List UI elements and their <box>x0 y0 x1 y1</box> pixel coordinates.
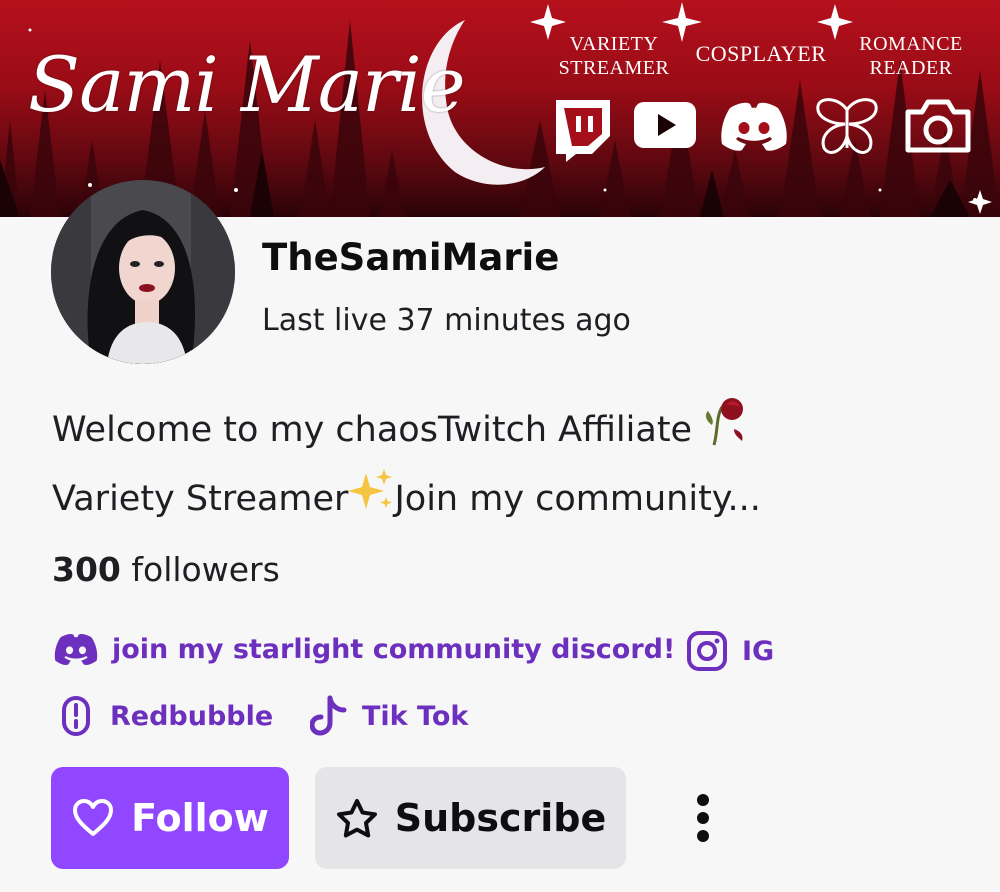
link-discord[interactable]: join my starlight community discord! <box>54 632 675 666</box>
banner-tag-line: READER <box>869 57 953 79</box>
more-vertical-icon <box>697 830 709 842</box>
link-label: Redbubble <box>110 700 274 732</box>
wilted-rose-icon <box>700 395 748 467</box>
redbubble-icon <box>62 696 90 736</box>
last-live-status: Last live 37 minutes ago <box>262 303 631 338</box>
banner-tag-line: STREAMER <box>558 57 670 79</box>
bio-line: Variety Streamer Join my community... <box>52 467 872 533</box>
follow-button-label: Follow <box>131 796 269 840</box>
bio-text: Welcome to my chaosTwitch Affiliate <box>52 410 693 450</box>
discord-icon <box>721 102 787 151</box>
star-icon <box>336 799 377 838</box>
tiktok-icon <box>310 695 347 736</box>
instagram-icon <box>687 631 727 671</box>
banner-tag-romance-reader: ROMANCE READER <box>852 32 970 80</box>
sparkles-icon <box>348 467 394 533</box>
follow-button[interactable]: Follow <box>51 767 289 869</box>
camera-icon <box>905 99 971 153</box>
more-options-button[interactable] <box>680 786 726 850</box>
link-label: Tik Tok <box>362 700 469 732</box>
bio-line: Welcome to my chaosTwitch Affiliate <box>52 395 872 467</box>
more-vertical-icon <box>697 794 709 806</box>
heart-icon <box>73 799 114 836</box>
bio-text: Variety Streamer <box>52 479 349 519</box>
follower-count-number: 300 <box>52 550 121 589</box>
link-redbubble[interactable]: Redbubble <box>56 695 273 737</box>
channel-name[interactable]: TheSamiMarie <box>262 236 559 279</box>
banner-tag-line: VARIETY <box>569 33 659 55</box>
link-instagram[interactable]: IG <box>686 630 774 672</box>
avatar-image <box>51 180 235 364</box>
butterfly-icon <box>816 98 878 154</box>
link-label: IG <box>742 635 775 667</box>
link-label: join my starlight community discord! <box>112 633 676 665</box>
channel-bio[interactable]: Welcome to my chaosTwitch Affiliate Vari… <box>52 395 872 533</box>
banner-tag-cosplayer: COSPLAYER <box>695 41 827 66</box>
subscribe-button[interactable]: Subscribe <box>315 767 626 869</box>
bio-text: Join my community... <box>394 479 761 519</box>
follower-count: 300 followers <box>52 550 280 589</box>
follower-count-label: followers <box>120 550 280 589</box>
twitch-icon <box>556 100 610 162</box>
banner-tag-line: ROMANCE <box>859 33 963 55</box>
subscribe-button-label: Subscribe <box>394 796 607 840</box>
banner-title: Sami Marie <box>28 40 466 129</box>
youtube-icon <box>634 102 696 148</box>
more-vertical-icon <box>697 812 709 824</box>
banner-tag-variety-streamer: VARIETY STREAMER <box>556 32 672 80</box>
discord-icon <box>54 633 98 666</box>
link-tiktok[interactable]: Tik Tok <box>310 695 468 737</box>
channel-avatar[interactable] <box>51 180 235 364</box>
